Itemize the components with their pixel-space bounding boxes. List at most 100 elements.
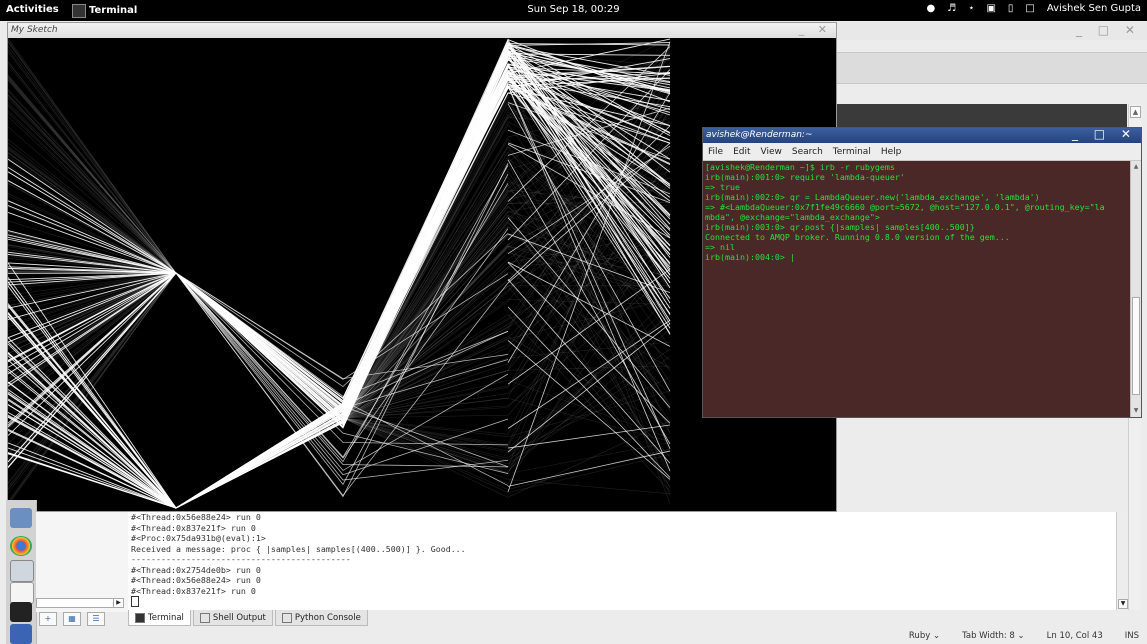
sketch-line [507, 424, 671, 449]
scrollbar-thumb[interactable] [1132, 297, 1140, 395]
add-icon[interactable]: + [39, 612, 57, 626]
terminal-scrollbar[interactable]: ▲ ▼ [1130, 161, 1141, 417]
sketch-line [507, 306, 671, 478]
sketch-line [175, 272, 509, 409]
sketch-title: My Sketch [11, 25, 58, 35]
terminal-line: mbda", @exchange="lambda_exchange"> [705, 212, 880, 222]
launcher-dock [0, 500, 37, 644]
sketch-line [8, 155, 671, 419]
menu-help[interactable]: Help [881, 147, 902, 157]
text-editor-icon[interactable] [10, 582, 34, 604]
bottom-panel-tabs: Terminal Shell Output Python Console [128, 610, 368, 626]
shell-icon [199, 612, 210, 623]
chrome-icon[interactable] [10, 536, 32, 556]
sketch-line [507, 261, 671, 347]
tab-terminal[interactable]: Terminal [128, 610, 191, 626]
menu-search[interactable]: Search [792, 147, 823, 157]
status-bar: Ruby ⌄ Tab Width: 8 ⌄ Ln 10, Col 43 INS [0, 628, 1147, 644]
terminal-tab-icon [135, 612, 145, 623]
scroll-up-icon[interactable]: ▲ [1132, 163, 1140, 171]
terminal-prompt-line[interactable]: irb(main):004:0> | [705, 252, 1127, 262]
terminal-app-icon [72, 3, 86, 18]
menu-file[interactable]: File [708, 147, 723, 157]
console-line: Received a message: proc { |samples| sam… [131, 543, 466, 554]
bluetooth-icon[interactable]: ⋆ [968, 3, 974, 14]
scroll-down-icon[interactable]: ▼ [1132, 407, 1140, 415]
console-line: #<Thread:0x56e88e24> run 0 [131, 575, 261, 585]
terminal-titlebar[interactable]: avishek@Renderman:~ _ □ ✕ [703, 127, 1141, 143]
sketch-line [8, 121, 671, 429]
sketch-line [8, 157, 671, 419]
window-controls[interactable]: _ □ ✕ [1076, 23, 1141, 37]
console-line: #<Thread:0x2754de0b> run 0 [131, 564, 261, 575]
menu-view[interactable]: View [761, 147, 782, 157]
terminal-line: => nil [705, 242, 735, 252]
tab-label: Terminal [148, 612, 184, 623]
files-icon[interactable] [10, 508, 32, 528]
tab-shell-output[interactable]: Shell Output [192, 610, 273, 626]
project-panel[interactable] [36, 512, 129, 612]
remove-icon[interactable]: ▦ [63, 612, 81, 626]
terminal-dock-icon[interactable] [10, 602, 32, 622]
app-name: Terminal [89, 5, 138, 16]
app-menu[interactable]: Terminal [72, 2, 137, 19]
terminal-window-controls[interactable]: _ □ ✕ [1072, 127, 1137, 141]
tab-label: Shell Output [212, 612, 266, 623]
language-selector[interactable]: Ruby ⌄ [909, 631, 940, 641]
terminal-output[interactable]: [avishek@Renderman ~]$ irb -r rubygems ir… [703, 161, 1129, 417]
terminal-menubar: File Edit View Search Terminal Help [703, 143, 1141, 161]
ide-editor-header [836, 104, 1127, 129]
tab-width-selector[interactable]: Tab Width: 8 ⌄ [962, 631, 1025, 641]
terminal-title: avishek@Renderman:~ [706, 130, 813, 140]
console-line: #<Thread:0x837e21f> run 0 [131, 522, 256, 533]
console-scrollbar[interactable]: ▼ [1116, 512, 1128, 610]
terminal-line: => #<LambdaQueuer:0x7f1fe49c6660 @port=5… [705, 202, 1105, 212]
panel-scrollbar[interactable]: ▶ [36, 598, 124, 608]
sketch-line [8, 60, 671, 419]
terminal-line: irb(main):003:0> qr.post {|samples| samp… [705, 222, 975, 232]
menu-edit[interactable]: Edit [733, 147, 750, 157]
scroll-up-icon[interactable]: ▲ [1130, 106, 1141, 118]
console-line: ----------------------------------------… [131, 554, 351, 564]
console-line: #<Thread:0x56e88e24> run 0 [131, 512, 261, 522]
console-input[interactable] [131, 596, 1118, 607]
console-line: #<Proc:0x75da931b@(eval):1> [131, 533, 266, 543]
ide-toolbar [836, 52, 1147, 84]
text-cursor [131, 596, 139, 607]
sketch-titlebar[interactable]: My Sketch _ ✕ [8, 23, 836, 38]
sketch-line [8, 47, 671, 419]
tab-label: Python Console [294, 612, 361, 623]
cursor-position: Ln 10, Col 43 [1046, 631, 1103, 641]
terminal-line: Connected to AMQP broker. Running 0.8.0 … [705, 232, 1010, 242]
terminal-line: irb(main):002:0> qr = LambdaQueuer.new('… [705, 192, 1040, 202]
console-line: #<Thread:0x837e21f> run 0 [131, 585, 256, 596]
ide-titlebar: _ □ ✕ [836, 22, 1147, 40]
panel-buttons: + ▦ ☰ [36, 612, 131, 626]
tab-python-console[interactable]: Python Console [274, 610, 368, 626]
network-icon[interactable]: ▣ [986, 3, 995, 14]
document-icon[interactable] [10, 560, 34, 582]
terminal-window[interactable]: avishek@Renderman:~ _ □ ✕ File Edit View… [702, 127, 1142, 418]
console-output[interactable]: #<Thread:0x56e88e24> run 0 #<Thread:0x837… [128, 512, 1118, 610]
scroll-down-icon[interactable]: ▼ [1118, 599, 1128, 609]
chevron-right-icon[interactable]: ▶ [113, 599, 123, 607]
terminal-line: => true [705, 182, 740, 192]
battery-icon[interactable]: ▯ [1008, 3, 1014, 14]
sketch-line [175, 272, 509, 497]
chat-icon[interactable]: □ [1025, 3, 1034, 14]
top-bar: Activities Terminal Sun Sep 18, 00:29 ● … [0, 0, 1147, 21]
volume-icon[interactable]: ♬ [947, 3, 956, 14]
menu-terminal[interactable]: Terminal [833, 147, 871, 157]
terminal-line: [avishek@Renderman ~]$ irb -r rubygems [705, 162, 895, 172]
activities-button[interactable]: Activities [6, 4, 59, 15]
terminal-line: irb(main):001:0> require 'lambda-queuer' [705, 172, 905, 182]
insert-mode: INS [1124, 631, 1139, 641]
sketch-window-controls[interactable]: _ ✕ [799, 23, 832, 36]
sketch-line [8, 145, 671, 448]
sketch-line [8, 78, 671, 404]
python-icon [281, 612, 292, 623]
user-menu[interactable]: Avishek Sen Gupta [1047, 3, 1141, 14]
list-icon[interactable]: ☰ [87, 612, 105, 626]
system-tray: ● ♬ ⋆ ▣ ▯ □ Avishek Sen Gupta [926, 3, 1141, 14]
accessibility-icon[interactable]: ● [926, 3, 935, 14]
